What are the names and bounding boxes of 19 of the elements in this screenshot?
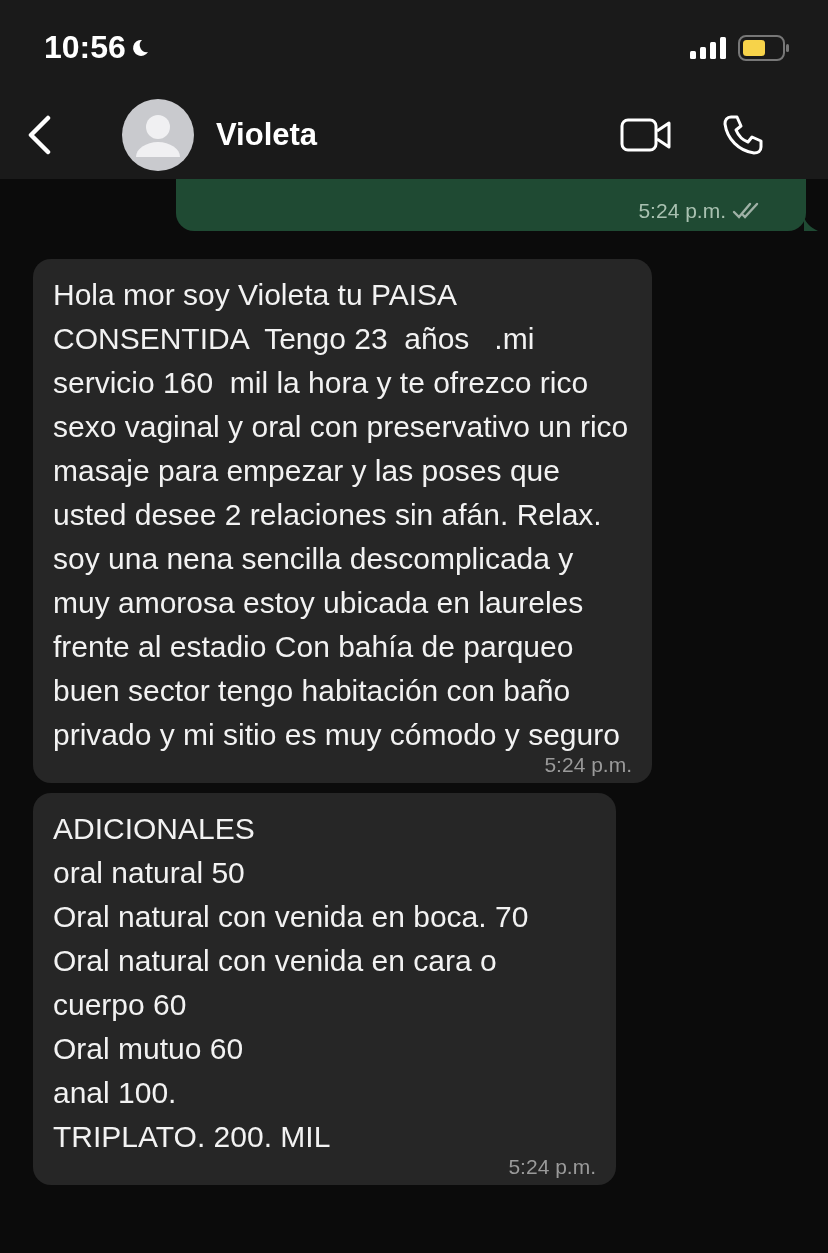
message-line: ADICIONALES xyxy=(53,811,256,847)
message-line: Oral natural con venida en boca. 70 xyxy=(53,899,530,935)
contact-name[interactable]: Violeta xyxy=(216,117,318,153)
message-time: 5:24 p.m. xyxy=(638,199,726,223)
message-text: Hola mor soy Violeta tu PAISA CONSENTIDA Tengo 23 años .mi servicio 160 mil la hora y te ofrezco rico sexo vaginal y oral con preservativo un rico masaje para empezar y las poses que usted desee 2 relaciones sin afán. Relax. soy una nena sencilla descomplicada y muy amorosa estoy ubicada en laureles frente al estadio Con bahía de parqueo buen sector tengo habitación con baño privado y mi sitio es muy cómodo y seguro xyxy=(53,277,630,753)
message-line: anal 100. xyxy=(53,1075,178,1111)
message-line: TRIPLATO. 200. MIL xyxy=(53,1119,332,1155)
video-call-icon[interactable] xyxy=(620,118,672,152)
avatar-icon[interactable] xyxy=(122,99,194,171)
message-time: 5:24 p.m. xyxy=(544,753,632,777)
message-time: 5:24 p.m. xyxy=(508,1155,596,1179)
message-line: Oral mutuo 60 xyxy=(53,1031,245,1067)
status-time: 10:56 xyxy=(44,29,126,66)
message-line: oral natural 50 xyxy=(53,855,246,891)
signal-icon xyxy=(690,36,728,59)
phone-icon[interactable] xyxy=(722,114,764,156)
back-icon[interactable] xyxy=(26,115,52,155)
message-line: Oral natural con venida en cara o cuerpo 60 xyxy=(53,943,498,1023)
battery-icon xyxy=(738,34,790,61)
